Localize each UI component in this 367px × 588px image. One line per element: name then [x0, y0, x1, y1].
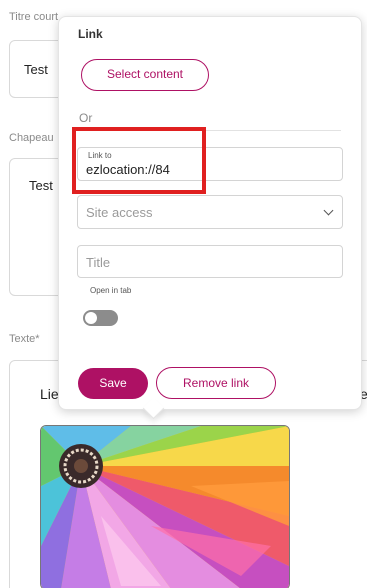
title-input[interactable]: Title [77, 245, 343, 278]
save-button[interactable]: Save [78, 368, 148, 399]
link-to-highlight-box [72, 127, 206, 194]
link-popup-title: Link [78, 27, 103, 41]
texte-field-label: Texte* [9, 333, 40, 345]
or-label: Or [79, 111, 93, 125]
site-access-select[interactable]: Site access [77, 195, 343, 229]
title-field-value: Test [24, 62, 48, 77]
chevron-down-icon [323, 205, 334, 216]
texte-text-start: Lie [40, 386, 59, 402]
title-field-label: Titre court [9, 11, 59, 23]
page: Titre court Test Chapeau Test Texte* Lie… [0, 0, 367, 588]
chapeau-field-value: Test [29, 178, 53, 193]
open-in-tab-label: Open in tab [90, 286, 132, 295]
select-content-button[interactable]: Select content [81, 59, 209, 91]
chapeau-field-label: Chapeau [9, 132, 54, 144]
embedded-image[interactable] [40, 425, 290, 588]
abstract-image-graphic [41, 426, 289, 588]
link-popup: Link Select content Or Link to ezlocatio… [58, 16, 362, 410]
site-access-placeholder: Site access [86, 205, 153, 220]
remove-link-button[interactable]: Remove link [156, 367, 276, 399]
open-in-tab-toggle[interactable] [83, 310, 118, 326]
title-input-placeholder: Title [86, 255, 111, 270]
toggle-knob [85, 312, 97, 324]
